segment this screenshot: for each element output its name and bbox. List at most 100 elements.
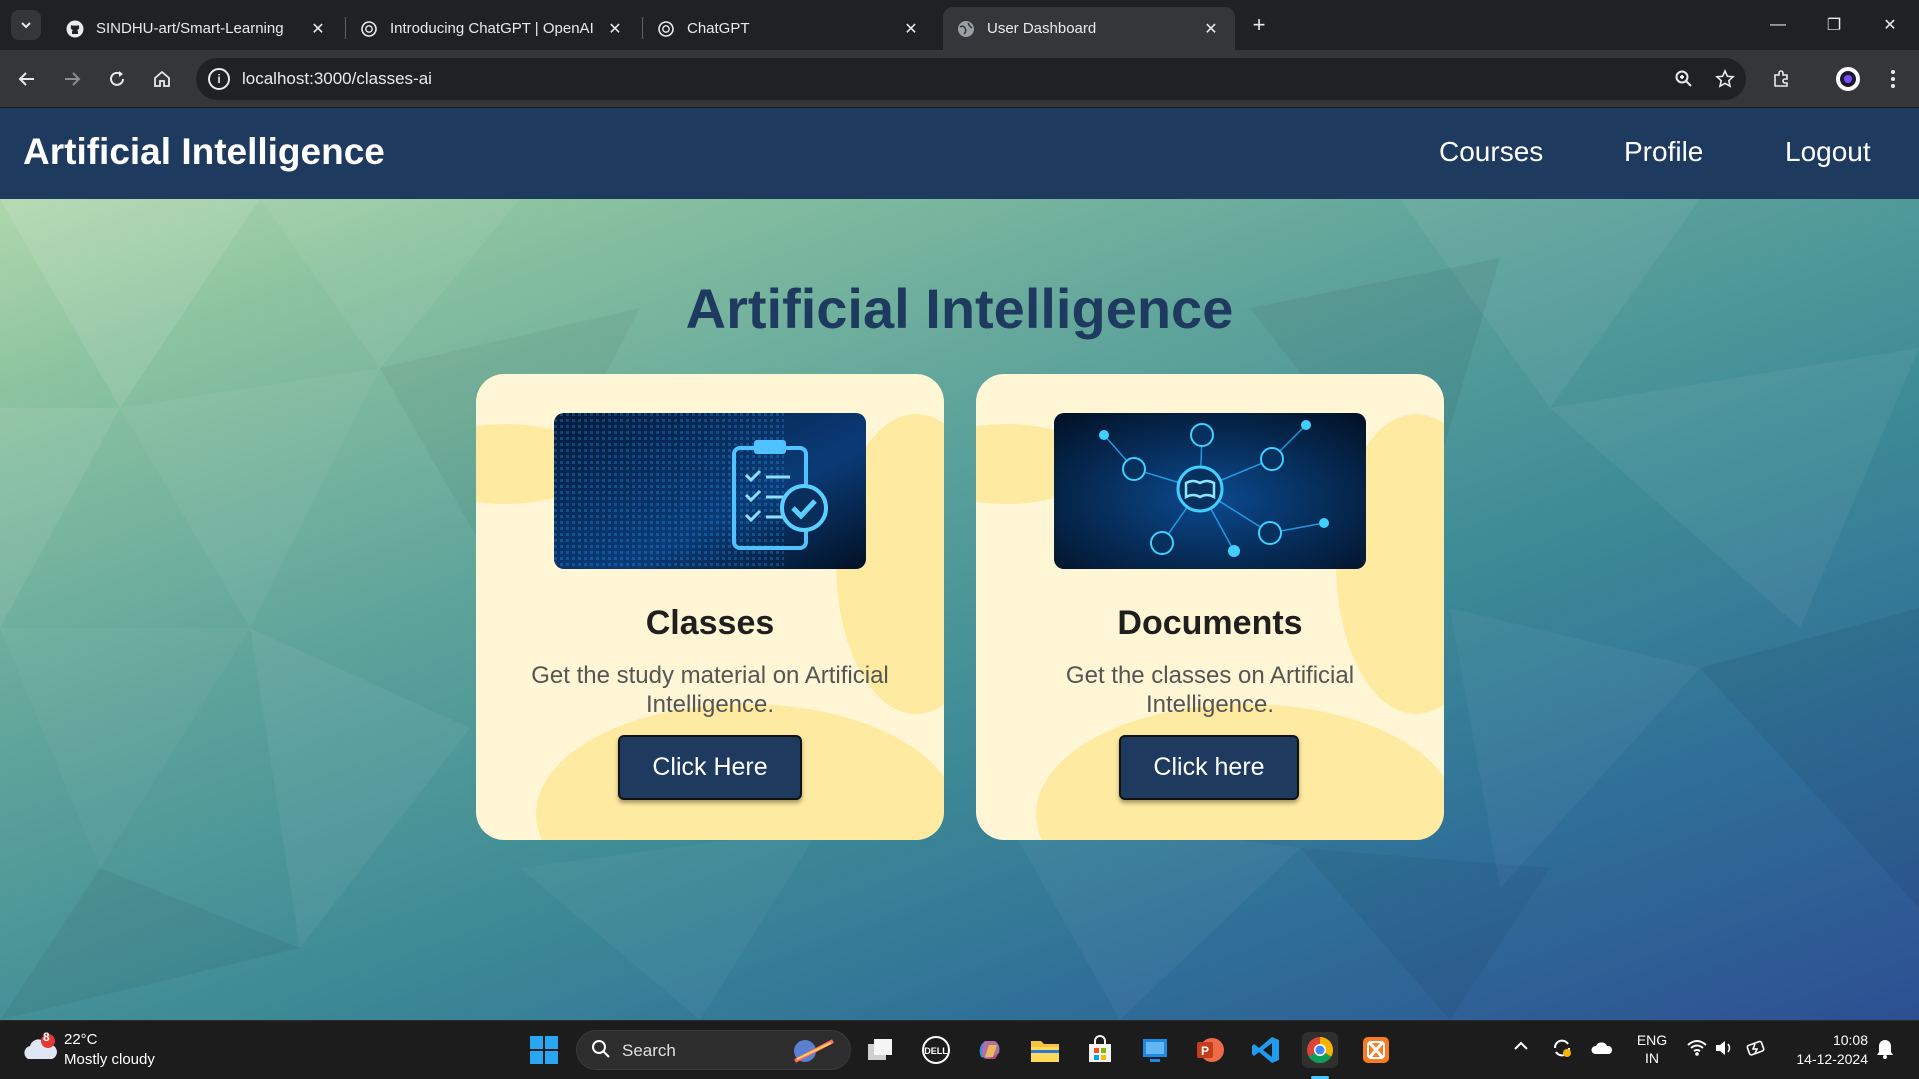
language-code: ENG: [1636, 1032, 1668, 1048]
close-icon[interactable]: ✕: [1201, 19, 1221, 39]
documents-card: Documents Get the classes on Artificial …: [976, 374, 1444, 840]
card-title: Classes: [645, 604, 775, 642]
file-explorer-app[interactable]: [1027, 1032, 1063, 1068]
language-indicator[interactable]: ENG IN: [1634, 1031, 1670, 1067]
dell-app[interactable]: DELL: [918, 1032, 954, 1068]
zoom-icon[interactable]: [1673, 68, 1695, 90]
site-info-icon[interactable]: i: [208, 68, 230, 90]
microsoft-store-app[interactable]: [1082, 1032, 1118, 1068]
taskbar-search[interactable]: Search: [576, 1030, 851, 1070]
sync-icon[interactable]: [1551, 1037, 1573, 1062]
home-icon: [154, 70, 170, 87]
github-icon: [66, 20, 84, 38]
xampp-app[interactable]: [1358, 1032, 1394, 1068]
svg-text:DELL: DELL: [924, 1046, 948, 1056]
clock[interactable]: 10:08 14-12-2024: [1784, 1031, 1868, 1069]
tray-overflow-icon[interactable]: [1513, 1039, 1529, 1055]
extensions-button[interactable]: [1766, 64, 1796, 94]
weather-description[interactable]: Mostly cloudy: [64, 1051, 155, 1068]
close-icon[interactable]: ✕: [901, 19, 921, 39]
search-icon: [591, 1039, 611, 1065]
chrome-icon: [1307, 1037, 1334, 1064]
tab-title: User Dashboard: [987, 20, 1097, 37]
vscode-app[interactable]: [1248, 1032, 1284, 1068]
puzzle-icon: [1774, 70, 1788, 87]
dell-icon: DELL: [922, 1036, 950, 1064]
powerpoint-icon: P: [1197, 1038, 1224, 1062]
tab-github[interactable]: SINDHU-art/Smart-Learning ✕: [52, 7, 342, 50]
tab-user-dashboard[interactable]: User Dashboard ✕: [943, 7, 1235, 50]
wifi-icon[interactable]: [1686, 1039, 1708, 1060]
close-icon[interactable]: ✕: [308, 19, 328, 39]
card-description: Get the study material on Artificial Int…: [531, 662, 889, 718]
tab-strip: SINDHU-art/Smart-Learning ✕ Introducing …: [0, 0, 1919, 50]
weather-widget[interactable]: [22, 1033, 58, 1065]
arrow-right-icon: [65, 72, 81, 86]
battery-icon[interactable]: [1746, 1038, 1768, 1061]
tab-title: Introducing ChatGPT | OpenAI: [390, 20, 594, 37]
vscode-icon: [1252, 1037, 1279, 1063]
tab-chatgpt[interactable]: ChatGPT ✕: [643, 7, 935, 50]
book-network-icon: [1054, 413, 1366, 569]
brand-title[interactable]: Artificial Intelligence: [23, 131, 385, 173]
arrow-left-icon: [18, 72, 34, 86]
remote-desktop-icon: [1143, 1039, 1167, 1062]
url-text[interactable]: localhost:3000/classes-ai: [242, 69, 432, 89]
reload-button[interactable]: [102, 64, 132, 94]
bookmark-star-icon[interactable]: [1714, 68, 1736, 90]
nav-profile-link[interactable]: Profile: [1624, 136, 1703, 168]
restore-button[interactable]: ❐: [1806, 0, 1862, 50]
tab-title: ChatGPT: [687, 20, 750, 37]
minimize-button[interactable]: —: [1750, 0, 1806, 50]
folder-icon: [1031, 1041, 1059, 1062]
copilot-app[interactable]: [972, 1032, 1008, 1068]
page-title: Artificial Intelligence: [685, 277, 1234, 340]
weather-temperature[interactable]: 22°C: [64, 1031, 98, 1048]
tab-title: SINDHU-art/Smart-Learning: [96, 20, 284, 37]
start-button[interactable]: [526, 1032, 562, 1068]
notification-bell-icon[interactable]: [1876, 1038, 1894, 1063]
close-window-button[interactable]: ✕: [1862, 0, 1918, 50]
screen: SINDHU-art/Smart-Learning ✕ Introducing …: [0, 0, 1919, 1079]
chevron-down-icon: [21, 22, 31, 29]
card-description: Get the classes on Artificial Intelligen…: [1065, 662, 1355, 718]
classes-image: [554, 413, 866, 569]
windows-app[interactable]: [1137, 1032, 1173, 1068]
clipboard-checklist-icon: [554, 413, 866, 569]
copilot-icon: [979, 1041, 1000, 1059]
openai-icon: [360, 20, 378, 38]
nav-courses-link[interactable]: Courses: [1439, 136, 1543, 168]
background-pattern: [0, 199, 1919, 1020]
back-button[interactable]: [12, 64, 42, 94]
documents-click-here-button[interactable]: Click here: [1119, 735, 1299, 800]
close-icon[interactable]: ✕: [605, 19, 625, 39]
address-bar[interactable]: i localhost:3000/classes-ai: [196, 58, 1746, 100]
profile-avatar[interactable]: [1833, 64, 1863, 94]
volume-icon[interactable]: [1714, 1039, 1734, 1060]
card-title: Documents: [1117, 604, 1303, 642]
reload-icon: [110, 71, 124, 86]
cloudy-weather-icon: [24, 1034, 57, 1059]
clock-date: 14-12-2024: [1796, 1051, 1868, 1067]
tab-openai[interactable]: Introducing ChatGPT | OpenAI ✕: [346, 7, 639, 50]
clock-time: 10:08: [1832, 1032, 1868, 1048]
svg-text:P: P: [1201, 1044, 1209, 1058]
search-label: Search: [622, 1041, 676, 1060]
chrome-app[interactable]: [1302, 1032, 1338, 1068]
xampp-icon: [1363, 1037, 1389, 1063]
powerpoint-app[interactable]: P: [1192, 1032, 1228, 1068]
task-view-button[interactable]: [862, 1032, 898, 1068]
home-button[interactable]: [147, 64, 177, 94]
menu-button[interactable]: [1878, 64, 1908, 94]
browser-toolbar: i localhost:3000/classes-ai: [0, 50, 1919, 108]
task-view-icon: [868, 1039, 892, 1060]
classes-click-here-button[interactable]: Click Here: [618, 735, 802, 800]
windows-logo-icon: [530, 1036, 558, 1064]
new-tab-button[interactable]: +: [1245, 11, 1273, 39]
onedrive-icon[interactable]: [1591, 1040, 1613, 1059]
forward-button[interactable]: [57, 64, 87, 94]
documents-image: [1054, 413, 1366, 569]
nav-logout-link[interactable]: Logout: [1785, 136, 1871, 168]
tab-search-button[interactable]: [11, 10, 41, 40]
windows-taskbar: 8 22°C Mostly cloudy Search DELL P ENG I…: [0, 1020, 1919, 1079]
